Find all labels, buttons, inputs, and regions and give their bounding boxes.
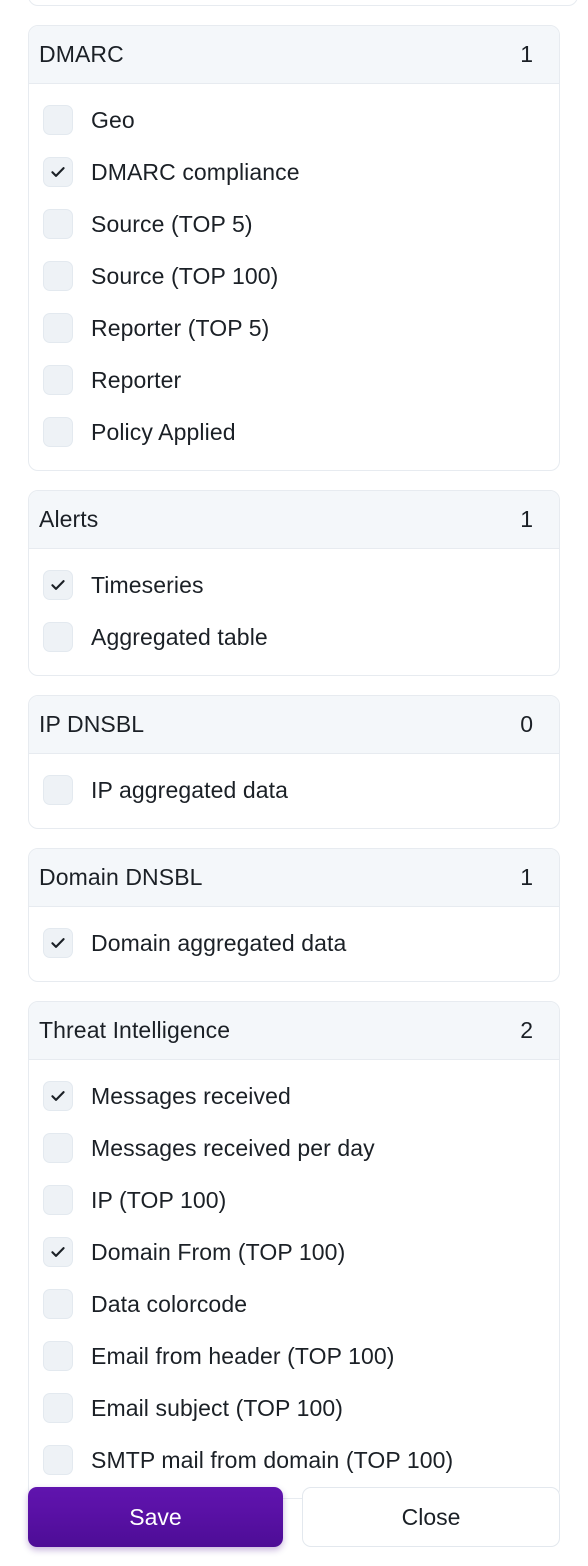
option-row[interactable]: Messages received per day — [29, 1122, 559, 1174]
option-label: Email subject (TOP 100) — [91, 1394, 343, 1421]
option-label: SMTP mail from domain (TOP 100) — [91, 1446, 454, 1473]
group-options: Domain aggregated data — [29, 907, 559, 981]
save-button[interactable]: Save — [28, 1487, 284, 1547]
checkbox-checked[interactable] — [43, 928, 73, 958]
report-sections-dialog: DMARC 1 Geo DMARC compliance Source (TOP 5) S… — [0, 0, 588, 1566]
option-row[interactable]: Aggregated table — [29, 611, 559, 663]
checkbox-checked[interactable] — [43, 157, 73, 187]
option-label: Domain aggregated data — [91, 929, 347, 956]
option-row[interactable]: Data colorcode — [29, 1278, 559, 1330]
group-title: IP DNSBL — [39, 711, 145, 737]
group-card-list: DMARC 1 Geo DMARC compliance Source (TOP 5) S… — [0, 25, 588, 1499]
group-selected-count: 1 — [520, 864, 533, 890]
group-options: Geo DMARC compliance Source (TOP 5) Source … — [29, 84, 559, 470]
option-row[interactable]: Email subject (TOP 100) — [29, 1382, 559, 1434]
option-row[interactable]: Policy Applied — [29, 406, 559, 458]
dialog-footer: Save Close — [0, 1487, 588, 1547]
option-label: Aggregated table — [91, 623, 268, 650]
checkbox-unchecked[interactable] — [43, 105, 73, 135]
check-icon — [51, 938, 65, 948]
checkbox-unchecked[interactable] — [43, 261, 73, 291]
check-icon — [51, 167, 65, 177]
check-icon — [51, 580, 65, 590]
option-label: Geo — [91, 106, 135, 133]
option-label: Policy Applied — [91, 418, 236, 445]
checkbox-unchecked[interactable] — [43, 622, 73, 652]
option-row[interactable]: Geo — [29, 94, 559, 146]
option-row[interactable]: Reporter — [29, 354, 559, 406]
option-label: Data colorcode — [91, 1290, 248, 1317]
close-button[interactable]: Close — [302, 1487, 560, 1547]
checkbox-unchecked[interactable] — [43, 365, 73, 395]
group-card: Threat Intelligence 2 Messages received Mes… — [28, 1001, 560, 1499]
option-row[interactable]: Email from header (TOP 100) — [29, 1330, 559, 1382]
group-header: Alerts 1 — [29, 491, 559, 549]
checkbox-unchecked[interactable] — [43, 1393, 73, 1423]
option-label: Source (TOP 5) — [91, 210, 253, 237]
group-card: IP DNSBL 0 IP aggregated data — [28, 695, 560, 829]
option-label: IP aggregated data — [91, 776, 289, 803]
group-header: IP DNSBL 0 — [29, 696, 559, 754]
check-icon — [51, 1247, 65, 1257]
checkbox-unchecked[interactable] — [43, 1185, 73, 1215]
option-label: DMARC compliance — [91, 158, 300, 185]
group-title: DMARC — [39, 41, 124, 67]
option-row[interactable]: SMTP mail from domain (TOP 100) — [29, 1434, 559, 1486]
checkbox-checked[interactable] — [43, 1237, 73, 1267]
option-row[interactable]: Messages received — [29, 1070, 559, 1122]
checkbox-unchecked[interactable] — [43, 209, 73, 239]
group-options: Messages received Messages received per d… — [29, 1060, 559, 1498]
checkbox-checked[interactable] — [43, 570, 73, 600]
option-row[interactable]: DMARC compliance — [29, 146, 559, 198]
option-label: IP (TOP 100) — [91, 1186, 227, 1213]
option-label: Domain From (TOP 100) — [91, 1238, 346, 1265]
checkbox-unchecked[interactable] — [43, 1445, 73, 1475]
option-row[interactable]: Domain From (TOP 100) — [29, 1226, 559, 1278]
option-row[interactable]: Source (TOP 5) — [29, 198, 559, 250]
option-label: Messages received per day — [91, 1134, 375, 1161]
option-label: Reporter (TOP 5) — [91, 314, 270, 341]
option-label: Reporter — [91, 366, 182, 393]
group-title: Alerts — [39, 506, 99, 532]
group-selected-count: 1 — [520, 506, 533, 532]
checkbox-unchecked[interactable] — [43, 775, 73, 805]
checkbox-unchecked[interactable] — [43, 1341, 73, 1371]
group-options: IP aggregated data — [29, 754, 559, 828]
checkbox-unchecked[interactable] — [43, 417, 73, 447]
group-header: DMARC 1 — [29, 26, 559, 84]
option-label: Source (TOP 100) — [91, 262, 279, 289]
checkbox-unchecked[interactable] — [43, 1133, 73, 1163]
option-row[interactable]: IP (TOP 100) — [29, 1174, 559, 1226]
group-title: Threat Intelligence — [39, 1017, 231, 1043]
group-title: Domain DNSBL — [39, 864, 203, 890]
group-selected-count: 1 — [520, 41, 533, 67]
option-label: Email from header (TOP 100) — [91, 1342, 395, 1369]
option-label: Messages received — [91, 1082, 291, 1109]
group-selected-count: 2 — [520, 1017, 533, 1043]
checkbox-unchecked[interactable] — [43, 313, 73, 343]
group-header: Threat Intelligence 2 — [29, 1002, 559, 1060]
group-selected-count: 0 — [520, 711, 533, 737]
group-card: Domain DNSBL 1 Domain aggregated data — [28, 848, 560, 982]
option-row[interactable]: Source (TOP 100) — [29, 250, 559, 302]
checkbox-unchecked[interactable] — [43, 1289, 73, 1319]
check-icon — [51, 1091, 65, 1101]
option-row[interactable]: IP aggregated data — [29, 764, 559, 816]
group-card: Alerts 1 Timeseries Aggregated table — [28, 490, 560, 676]
option-row[interactable]: Timeseries — [29, 559, 559, 611]
option-row[interactable]: Reporter (TOP 5) — [29, 302, 559, 354]
option-row[interactable]: Domain aggregated data — [29, 917, 559, 969]
option-label: Timeseries — [91, 571, 204, 598]
group-card: DMARC 1 Geo DMARC compliance Source (TOP 5) S… — [28, 25, 560, 471]
group-options: Timeseries Aggregated table — [29, 549, 559, 675]
group-header: Domain DNSBL 1 — [29, 849, 559, 907]
previous-group-card-partial — [28, 0, 578, 6]
checkbox-checked[interactable] — [43, 1081, 73, 1111]
